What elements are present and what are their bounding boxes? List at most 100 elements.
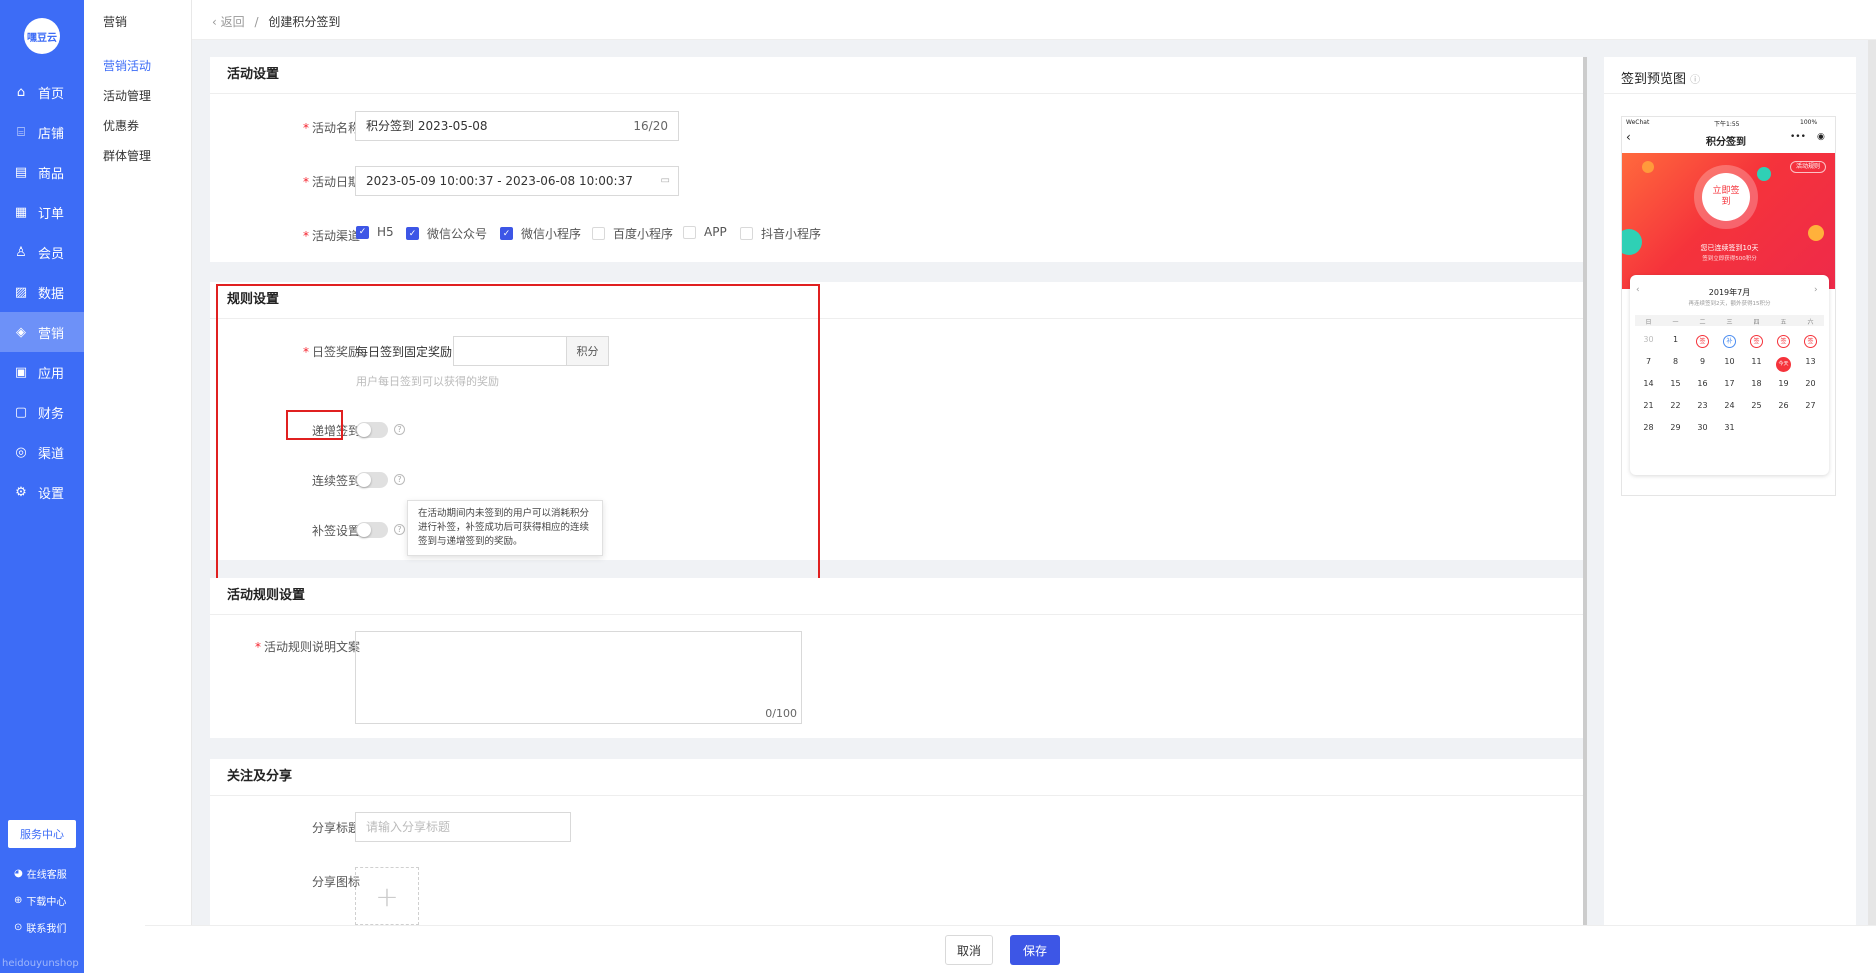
channel-label: APP xyxy=(704,225,727,239)
card-title: 关注及分享 xyxy=(227,769,293,784)
home-icon: ⌂ xyxy=(16,84,26,100)
calendar-day[interactable]: 31 xyxy=(1716,423,1743,432)
submenu-item-marketing-activity[interactable]: 营销活动 xyxy=(103,57,151,74)
channel-checkbox[interactable]: ✓ 微信公众号 xyxy=(406,225,487,242)
footer-link-chat[interactable]: ◕ 在线客服 xyxy=(14,866,67,881)
calendar-day[interactable]: 1 xyxy=(1662,335,1689,344)
month-subtext: 再连续签到2天，额外获得15积分 xyxy=(1688,301,1771,307)
calendar-day[interactable]: 9 xyxy=(1689,357,1716,366)
calendar-day[interactable]: 27 xyxy=(1797,401,1824,410)
calendar-day[interactable]: 10 xyxy=(1716,357,1743,366)
submenu-heading: 营销 xyxy=(103,15,128,29)
signed-day-stamp[interactable]: 签 xyxy=(1804,335,1817,348)
calendar-day[interactable]: 14 xyxy=(1635,379,1662,388)
card-title: 活动规则设置 xyxy=(227,588,306,603)
weekday-label: 一 xyxy=(1672,319,1679,326)
signed-day-stamp[interactable]: 签 xyxy=(1696,335,1709,348)
content-scrollbar[interactable] xyxy=(1583,57,1587,925)
channel-label: 微信公众号 xyxy=(427,227,488,241)
status-time: 下午1:55 xyxy=(1714,121,1740,128)
nav-item-gear[interactable]: ⚙ 设置 xyxy=(0,472,84,512)
today-day[interactable]: 今天 xyxy=(1776,357,1791,372)
footer-link-contact[interactable]: ⊙ 联系我们 xyxy=(14,920,66,935)
highlight-increase-box xyxy=(286,410,343,440)
calendar-day[interactable]: 28 xyxy=(1635,423,1662,432)
channel-checkbox[interactable]: ✓ 微信小程序 xyxy=(500,225,581,242)
activity-date-picker[interactable]: 2023-05-09 10:00:37 - 2023-06-08 10:00:3… xyxy=(355,166,679,196)
submenu-item-group-management[interactable]: 群体管理 xyxy=(103,147,151,164)
breadcrumb-separator: / xyxy=(254,15,259,29)
upload-icon-button[interactable]: + xyxy=(355,867,419,925)
nav-label: 商品 xyxy=(38,166,65,182)
submenu-item-activity-management[interactable]: 活动管理 xyxy=(103,87,151,104)
channel-checkbox[interactable]: APP xyxy=(683,225,727,239)
weekday-label: 二 xyxy=(1699,319,1706,326)
calendar-day[interactable]: 26 xyxy=(1770,401,1797,410)
calendar-day[interactable]: 20 xyxy=(1797,379,1824,388)
calendar-day[interactable]: 15 xyxy=(1662,379,1689,388)
main-sidebar: 嘿豆云 ⌂ 首页 ⌸ 店铺 ▤ 商品 ▦ 订单 ♙ 会员 ▨ 数据 ◈ 营销 ▣ 应用 ▢ 财务 ◎ 渠道 ⚙ 设置 服务… xyxy=(0,0,84,973)
page-scrollbar[interactable] xyxy=(1868,40,1876,925)
signed-day-stamp[interactable]: 补 xyxy=(1723,335,1736,348)
calendar-day[interactable]: 13 xyxy=(1797,357,1824,366)
nav-item-finance[interactable]: ▢ 财务 xyxy=(0,392,84,432)
footer-label: 在线客服 xyxy=(26,870,67,881)
activity-rules-card: 活动规则设置 * 活动规则说明文案 0/100 xyxy=(210,578,1586,738)
calendar-day[interactable]: 16 xyxy=(1689,379,1716,388)
calendar-day[interactable]: 22 xyxy=(1662,401,1689,410)
nav-item-data[interactable]: ▨ 数据 xyxy=(0,272,84,312)
calendar-day[interactable]: 30 xyxy=(1689,423,1716,432)
nav-item-app[interactable]: ▣ 应用 xyxy=(0,352,84,392)
calendar-day[interactable]: 8 xyxy=(1662,357,1689,366)
nav-label: 设置 xyxy=(38,486,65,502)
save-button[interactable]: 保存 xyxy=(1010,935,1060,965)
cancel-button[interactable]: 取消 xyxy=(945,935,993,965)
calendar-day[interactable]: 17 xyxy=(1716,379,1743,388)
nav-item-shop[interactable]: ⌸ 店铺 xyxy=(0,112,84,152)
status-battery: 100% xyxy=(1800,119,1818,126)
calendar-day[interactable]: 25 xyxy=(1743,401,1770,410)
nav-item-tag[interactable]: ◈ 营销 xyxy=(0,312,84,352)
nav-item-home[interactable]: ⌂ 首页 xyxy=(0,72,84,112)
calendar-day[interactable]: 18 xyxy=(1743,379,1770,388)
back-link[interactable]: ‹ 返回 xyxy=(212,15,245,29)
calendar-day[interactable]: 29 xyxy=(1662,423,1689,432)
decor-circle xyxy=(1808,225,1824,241)
weekday-label: 四 xyxy=(1753,319,1760,326)
activity-name-input[interactable]: 积分签到 2023-05-08 16/20 xyxy=(355,111,679,141)
calendar-day[interactable]: 24 xyxy=(1716,401,1743,410)
nav-item-order[interactable]: ▦ 订单 xyxy=(0,192,84,232)
calendar-card: ‹ › 2019年7月 再连续签到2天，额外获得15积分 日一二三四五六 30 1 签… xyxy=(1630,275,1829,475)
decor-circle xyxy=(1757,167,1771,181)
signed-day-stamp[interactable]: 签 xyxy=(1750,335,1763,348)
calendar-day[interactable]: 23 xyxy=(1689,401,1716,410)
rules-badge[interactable]: 活动规则 xyxy=(1790,161,1827,173)
nav-item-member[interactable]: ♙ 会员 xyxy=(0,232,84,272)
nav-label: 营销 xyxy=(38,326,65,342)
nav-item-goods[interactable]: ▤ 商品 xyxy=(0,152,84,192)
sign-now-button[interactable]: 立即签到 xyxy=(1702,173,1750,221)
submenu-item-coupons[interactable]: 优惠券 xyxy=(103,117,139,134)
calendar-day[interactable]: 21 xyxy=(1635,401,1662,410)
calendar-day[interactable]: 19 xyxy=(1770,379,1797,388)
nav-item-channel[interactable]: ◎ 渠道 xyxy=(0,432,84,472)
channel-checkbox[interactable]: 抖音小程序 xyxy=(740,225,821,242)
weekday-label: 五 xyxy=(1780,319,1787,326)
service-center-button[interactable]: 服务中心 xyxy=(8,820,76,848)
calendar-day[interactable]: 30 xyxy=(1635,335,1662,344)
channel-checkbox[interactable]: 百度小程序 xyxy=(592,225,673,242)
footer-link-download[interactable]: ⊕ 下载中心 xyxy=(14,893,66,908)
signed-day-stamp[interactable]: 签 xyxy=(1777,335,1790,348)
finance-icon: ▢ xyxy=(14,404,28,420)
share-title-input[interactable]: 请输入分享标题 xyxy=(355,812,571,842)
decor-circle xyxy=(1642,161,1654,173)
breadcrumb-current: 创建积分签到 xyxy=(268,15,341,29)
breadcrumb: ‹ 返回 / 创建积分签到 xyxy=(212,13,340,30)
rule-desc-textarea[interactable]: 0/100 xyxy=(355,631,802,724)
channel-checkbox[interactable]: ✓ H5 xyxy=(356,225,394,239)
calendar-day[interactable]: 11 xyxy=(1743,357,1770,366)
calendar-day[interactable]: 7 xyxy=(1635,357,1662,366)
checkmark-icon: ✓ xyxy=(356,225,369,239)
share-title-label: 分享标题 xyxy=(311,821,360,835)
share-icon-label: 分享图标 xyxy=(311,875,360,889)
